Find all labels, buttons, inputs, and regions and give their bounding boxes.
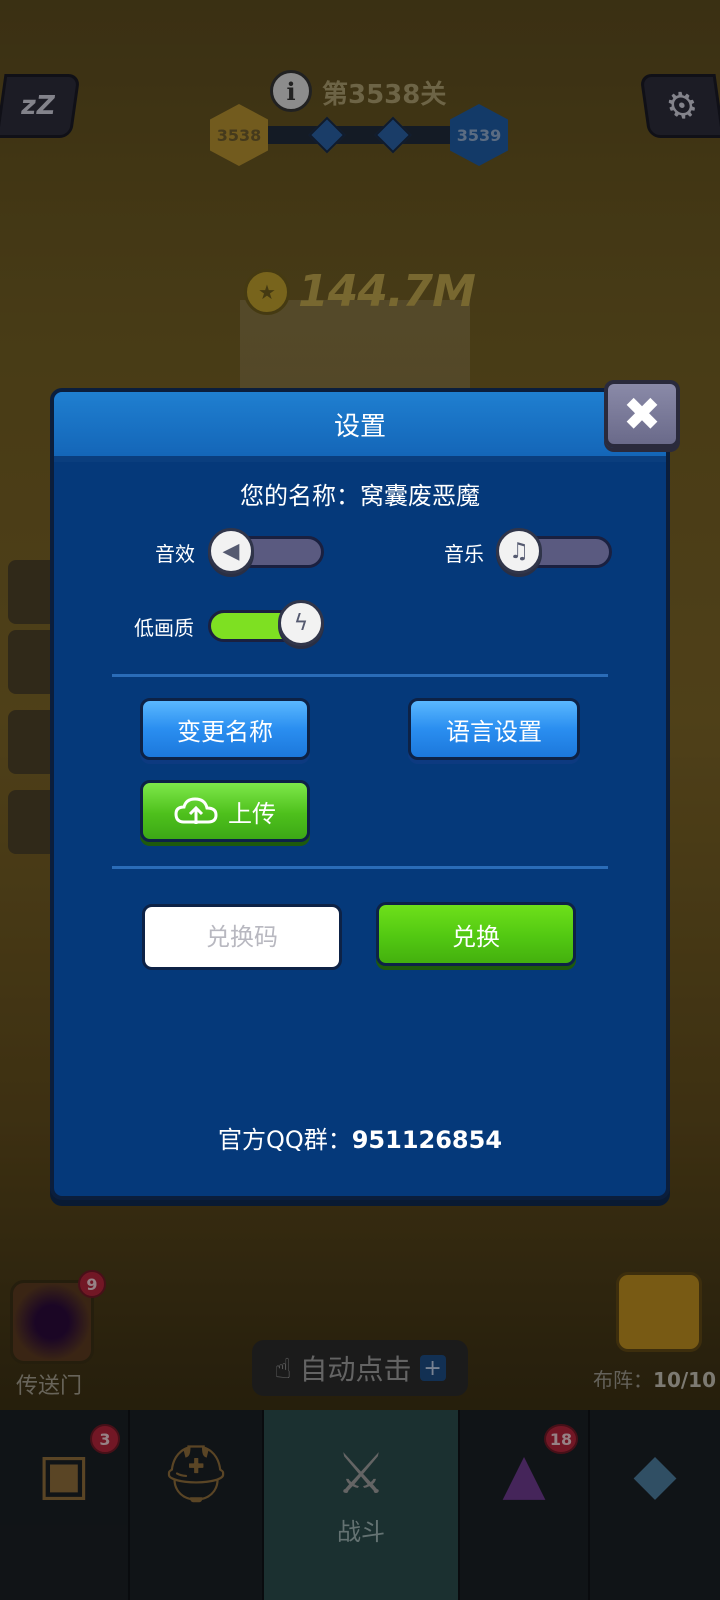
qq-prefix: 官方QQ群：	[217, 1126, 352, 1154]
speaker-icon[interactable]: ◀	[208, 528, 254, 574]
lightning-icon[interactable]: ϟ	[278, 600, 324, 646]
music-label: 音乐	[444, 542, 484, 566]
redeem-code-input[interactable]	[142, 904, 342, 970]
upload-label: 上传	[228, 799, 276, 828]
cloud-upload-icon	[174, 797, 218, 824]
music-note-icon[interactable]: ♫	[496, 528, 542, 574]
divider	[112, 674, 608, 677]
player-name: 您的名称：窝囊废恶魔	[240, 482, 480, 510]
upload-button[interactable]: 上传	[140, 780, 310, 842]
language-label: 语言设置	[446, 717, 542, 746]
dialog-header: 设置	[54, 392, 666, 462]
sound-effects-label: 音效	[155, 542, 195, 566]
redeem-label: 兑换	[452, 922, 500, 951]
divider	[112, 866, 608, 869]
dialog-title: 设置	[333, 411, 386, 442]
rename-label: 变更名称	[177, 717, 273, 746]
rename-button[interactable]: 变更名称	[140, 698, 310, 760]
language-button[interactable]: 语言设置	[408, 698, 580, 760]
close-button[interactable]: ✖	[604, 380, 680, 448]
qq-group-line: 官方QQ群：951126854	[0, 1120, 720, 1155]
redeem-button[interactable]: 兑换	[376, 902, 576, 966]
qq-number: 951126854	[351, 1126, 503, 1154]
low-quality-label: 低画质	[134, 616, 194, 640]
